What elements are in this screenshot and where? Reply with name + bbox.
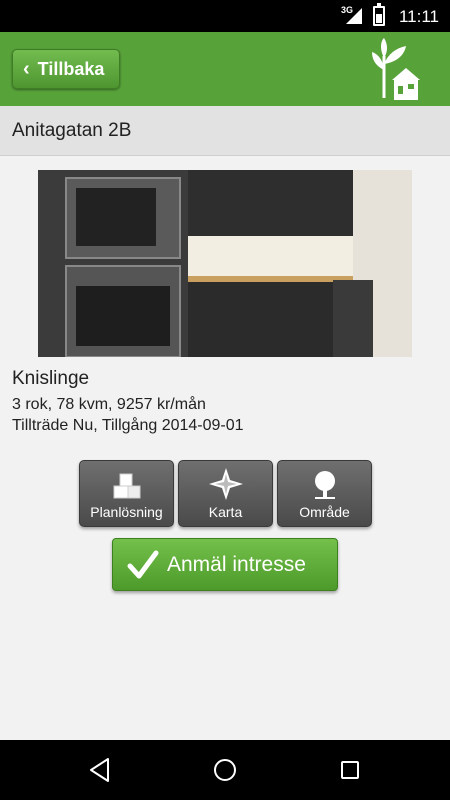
- chevron-left-icon: ‹: [23, 57, 30, 80]
- status-bar: 3G 11:11: [0, 0, 450, 32]
- tree-house-icon: [372, 38, 420, 100]
- compass-icon: [208, 468, 243, 500]
- listing-info: Knislinge 3 rok, 78 kvm, 9257 kr/mån Til…: [12, 368, 244, 436]
- system-nav-bar: [0, 740, 450, 800]
- listing-availability: Tillträde Nu, Tillgång 2014-09-01: [12, 417, 244, 434]
- register-interest-button[interactable]: Anmäl intresse: [112, 538, 338, 591]
- map-label: Karta: [208, 504, 243, 520]
- floorplan-button[interactable]: Planlösning: [79, 460, 174, 527]
- tree-icon: [314, 471, 335, 499]
- apartment-photo: [38, 170, 412, 357]
- recents-icon[interactable]: [341, 761, 359, 779]
- floorplan-label: Planlösning: [90, 504, 163, 520]
- clock: 11:11: [398, 7, 439, 26]
- area-button[interactable]: Område: [277, 460, 372, 527]
- back-button-label: Tillbaka: [37, 58, 105, 79]
- listing-details: 3 rok, 78 kvm, 9257 kr/mån: [12, 396, 206, 413]
- home-icon[interactable]: [214, 759, 236, 781]
- action-buttons: Planlösning Karta Område: [79, 460, 372, 527]
- floorplan-icon: [113, 473, 140, 499]
- checkmark-icon: [127, 550, 159, 578]
- signal-icon: [346, 8, 362, 24]
- register-interest-label: Anmäl intresse: [167, 552, 306, 576]
- listing-area: Knislinge: [12, 368, 90, 389]
- back-icon[interactable]: [88, 757, 112, 783]
- area-label: Område: [299, 504, 350, 520]
- back-button[interactable]: ‹ Tillbaka: [12, 49, 120, 89]
- page-title: Anitagatan 2B: [0, 106, 450, 156]
- map-button[interactable]: Karta: [178, 460, 273, 527]
- battery-icon: [373, 3, 385, 26]
- app-bar: ‹ Tillbaka: [0, 32, 450, 106]
